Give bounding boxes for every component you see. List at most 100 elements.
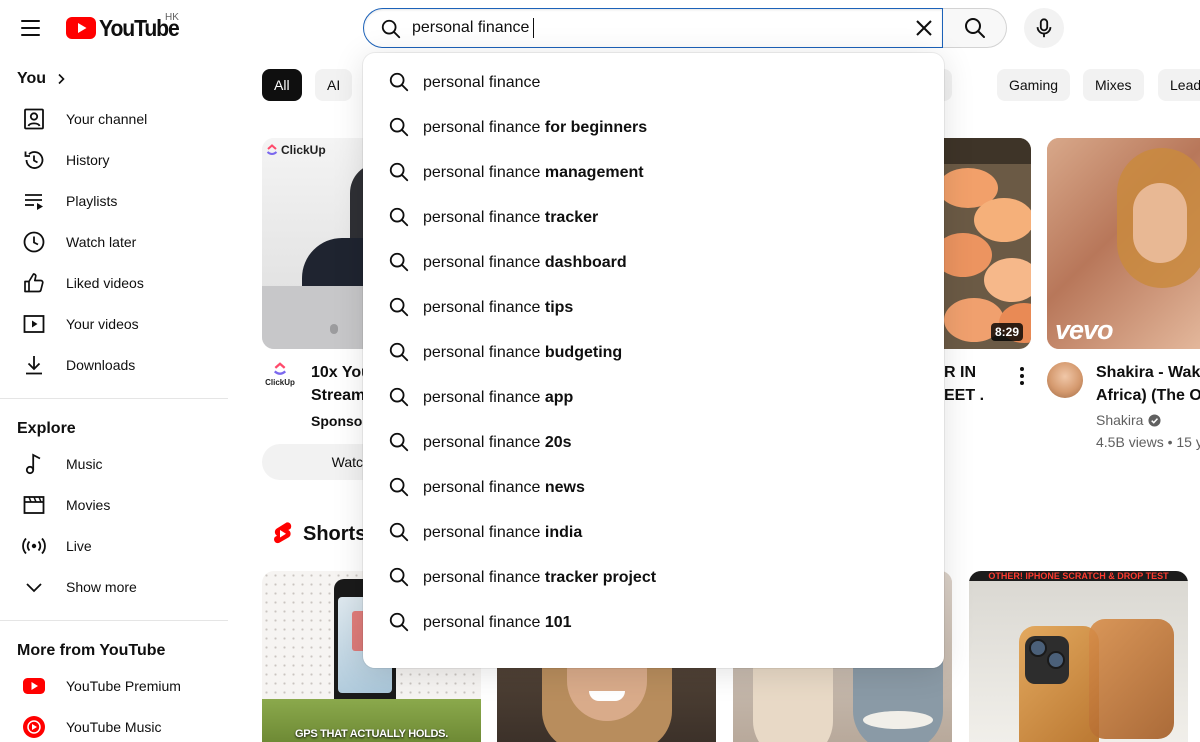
chip-mixes[interactable]: Mixes: [1083, 69, 1144, 101]
sidebar-item-label: Playlists: [66, 193, 118, 209]
more-options-icon[interactable]: [1010, 364, 1034, 388]
yt-premium-icon: [17, 674, 51, 698]
sidebar-divider: [0, 398, 228, 399]
suggestion-query-part: personal finance: [423, 613, 541, 631]
search-input[interactable]: [412, 16, 882, 40]
search-suggestion-item[interactable]: personal finance budgeting: [363, 330, 944, 375]
sidebar-item-music[interactable]: Music: [12, 444, 228, 484]
suggestion-completion: tracker project: [544, 568, 657, 586]
suggestion-completion: india: [544, 523, 583, 541]
explore-label: Explore: [17, 420, 76, 437]
search-icon: [388, 161, 410, 188]
sidebar-item-youtube-music[interactable]: YouTube Music: [12, 707, 228, 742]
chevron-right-icon: [58, 73, 65, 85]
chip-all[interactable]: All: [262, 69, 302, 101]
sidebar-item-downloads[interactable]: Downloads: [12, 345, 228, 385]
sidebar-item-your-videos[interactable]: Your videos: [12, 304, 228, 344]
suggestion-completion: dashboard: [544, 253, 627, 271]
ad-thumbnail[interactable]: ClickUp: [262, 138, 372, 349]
search-icon: [388, 611, 410, 638]
music-title-line1[interactable]: Shakira - Waka: [1096, 361, 1200, 384]
suggestion-query-part: personal finance: [423, 73, 541, 91]
sidebar-item-show-more[interactable]: Show more: [12, 567, 228, 607]
suggestion-completion: tips: [544, 298, 574, 316]
sidebar-item-watch-later[interactable]: Watch later: [12, 222, 228, 262]
ad-channel-short: ClickUp: [265, 378, 295, 387]
search-button[interactable]: [943, 8, 1007, 48]
ad-cta-label: Watc: [331, 454, 363, 470]
ad-title-line2[interactable]: Stream: [311, 384, 363, 407]
suggestion-text: personal finance: [423, 74, 540, 92]
chip-lead[interactable]: Lead: [1158, 69, 1200, 101]
sidebar-item-youtube-premium[interactable]: YouTube Premium: [12, 666, 228, 706]
sidebar-item-live[interactable]: Live: [12, 526, 228, 566]
search-suggestion-item[interactable]: personal finance tracker project: [363, 555, 944, 600]
suggestion-query-part: personal finance: [423, 163, 541, 181]
microphone-icon: [1036, 18, 1052, 38]
search-suggestion-item[interactable]: personal finance 101: [363, 600, 944, 645]
verified-check-icon: [1148, 413, 1162, 427]
sidebar-item-history[interactable]: History: [12, 140, 228, 180]
food-title-line2[interactable]: EET ...: [944, 384, 984, 407]
sidebar-item-label: Your videos: [66, 316, 139, 332]
chip-ai[interactable]: AI: [315, 69, 353, 101]
suggestion-text: personal finance tips: [423, 299, 573, 317]
top-bar: YouTube HK: [0, 0, 1200, 56]
you-section-header[interactable]: You: [17, 70, 66, 88]
search-suggestion-item[interactable]: personal finance app: [363, 375, 944, 420]
music-video-thumbnail[interactable]: vevo: [1047, 138, 1200, 349]
sidebar-item-label: Music: [66, 456, 103, 472]
ad-channel-avatar[interactable]: ClickUp: [262, 362, 298, 398]
ad-cta-button[interactable]: Watc: [262, 444, 363, 480]
sidebar-item-your-channel[interactable]: Your channel: [12, 99, 228, 139]
search-icon: [388, 206, 410, 233]
video-duration: 8:29: [990, 323, 1023, 341]
suggestion-text: personal finance app: [423, 389, 573, 407]
thumbs-up-icon: [17, 271, 51, 295]
sidebar-item-movies[interactable]: Movies: [12, 485, 228, 525]
search-icon: [964, 18, 985, 38]
clickup-logo-icon: [266, 144, 278, 155]
suggestion-completion: 101: [544, 613, 572, 631]
search-suggestion-item[interactable]: personal finance tracker: [363, 195, 944, 240]
yt-music-icon: [17, 715, 51, 739]
sidebar-item-playlists[interactable]: Playlists: [12, 181, 228, 221]
search-suggestion-item[interactable]: personal finance dashboard: [363, 240, 944, 285]
clear-search-button[interactable]: [904, 9, 944, 47]
search-suggestion-item[interactable]: personal finance tips: [363, 285, 944, 330]
short-4-caption: OTHER! IPHONE SCRATCH & DROP TEST: [988, 571, 1169, 581]
sidebar: You Your channel History Playlists Watch…: [0, 56, 240, 742]
search-icon: [388, 71, 410, 98]
ad-title-line1[interactable]: 10x You: [311, 361, 363, 384]
sidebar-item-liked-videos[interactable]: Liked videos: [12, 263, 228, 303]
music-view-stats: 4.5B views • 15 y: [1096, 434, 1200, 450]
sidebar-item-label: Liked videos: [66, 275, 144, 291]
close-icon: [916, 20, 932, 36]
shakira-avatar[interactable]: [1047, 362, 1083, 398]
suggestion-text: personal finance india: [423, 524, 582, 542]
music-title-line2[interactable]: Africa) (The O: [1096, 384, 1200, 407]
shorts-logo-icon: [274, 522, 292, 544]
suggestion-text: personal finance 20s: [423, 434, 572, 452]
short-1-caption: GPS THAT ACTUALLY HOLDS.: [295, 728, 448, 740]
food-title-line1[interactable]: R IN: [944, 361, 984, 384]
food-video-thumbnail[interactable]: 8:29: [944, 138, 1031, 349]
search-suggestion-item[interactable]: personal finance for beginners: [363, 105, 944, 150]
short-thumbnail-4[interactable]: OTHER! IPHONE SCRATCH & DROP TEST: [969, 571, 1188, 742]
search-suggestion-item[interactable]: personal finance india: [363, 510, 944, 555]
search-suggestion-item[interactable]: personal finance management: [363, 150, 944, 195]
suggestion-completion: news: [544, 478, 585, 496]
suggestion-query-part: personal finance: [423, 253, 541, 271]
menu-icon[interactable]: [12, 8, 48, 48]
suggestion-text: personal finance news: [423, 479, 585, 497]
chip-gaming[interactable]: Gaming: [997, 69, 1071, 101]
sidebar-item-label: Downloads: [66, 357, 136, 373]
search-suggestion-item[interactable]: personal finance 20s: [363, 420, 944, 465]
search-suggestion-item[interactable]: personal finance news: [363, 465, 944, 510]
suggestion-text: personal finance management: [423, 164, 644, 182]
music-channel[interactable]: Shakira: [1096, 412, 1200, 428]
search-suggestion-item[interactable]: personal finance: [363, 60, 944, 105]
suggestion-query-part: personal finance: [423, 298, 541, 316]
download-icon: [17, 353, 51, 377]
voice-search-button[interactable]: [1024, 8, 1064, 48]
